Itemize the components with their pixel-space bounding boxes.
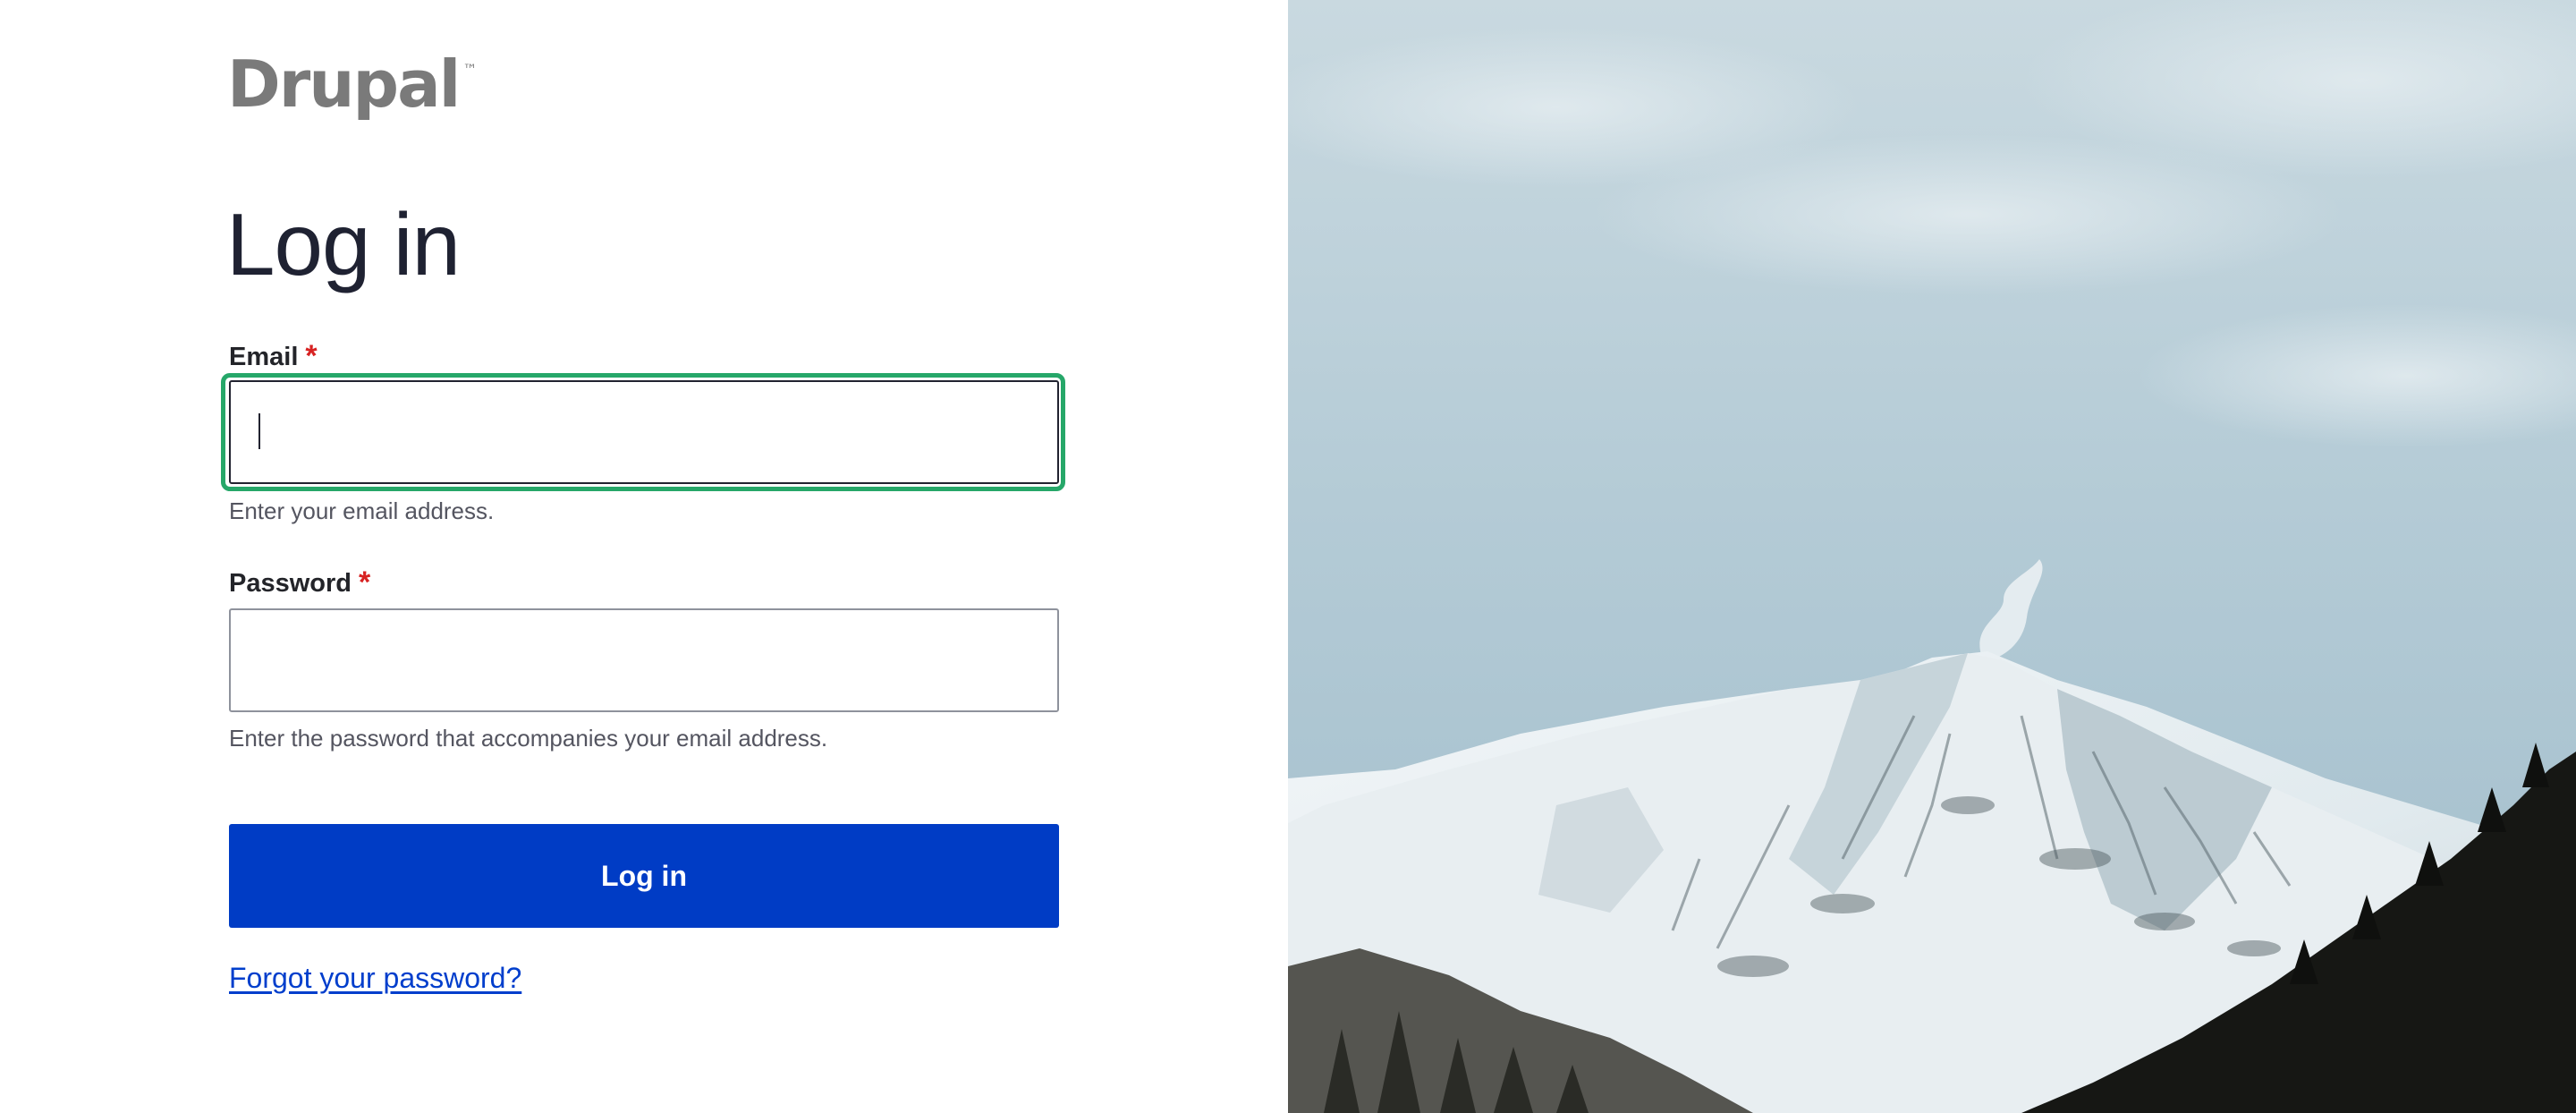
- text-cursor: [258, 413, 260, 449]
- email-label-text: Email: [229, 343, 299, 371]
- login-panel: Drupal ™ Log in Email * Enter your email…: [0, 0, 1288, 1113]
- email-help-text: Enter your email address.: [229, 497, 495, 524]
- login-page: Drupal ™ Log in Email * Enter your email…: [0, 0, 2576, 1113]
- password-help-text: Enter the password that accompanies your…: [229, 725, 828, 752]
- logo-wordmark: Drupal: [227, 47, 461, 122]
- trademark-symbol: ™: [462, 61, 478, 78]
- password-label: Password *: [229, 565, 371, 599]
- required-marker: *: [359, 565, 371, 599]
- password-input[interactable]: [229, 608, 1059, 712]
- mountain-illustration: [1288, 0, 2576, 1113]
- login-button[interactable]: Log in: [229, 824, 1059, 928]
- drupal-logo[interactable]: Drupal ™: [227, 52, 477, 123]
- email-input[interactable]: [229, 380, 1059, 484]
- password-label-text: Password: [229, 569, 352, 598]
- background-photo: [1288, 0, 2576, 1113]
- email-label: Email *: [229, 339, 318, 373]
- forgot-password-link[interactable]: Forgot your password?: [229, 962, 521, 995]
- page-title: Log in: [226, 195, 461, 293]
- required-marker: *: [305, 339, 318, 373]
